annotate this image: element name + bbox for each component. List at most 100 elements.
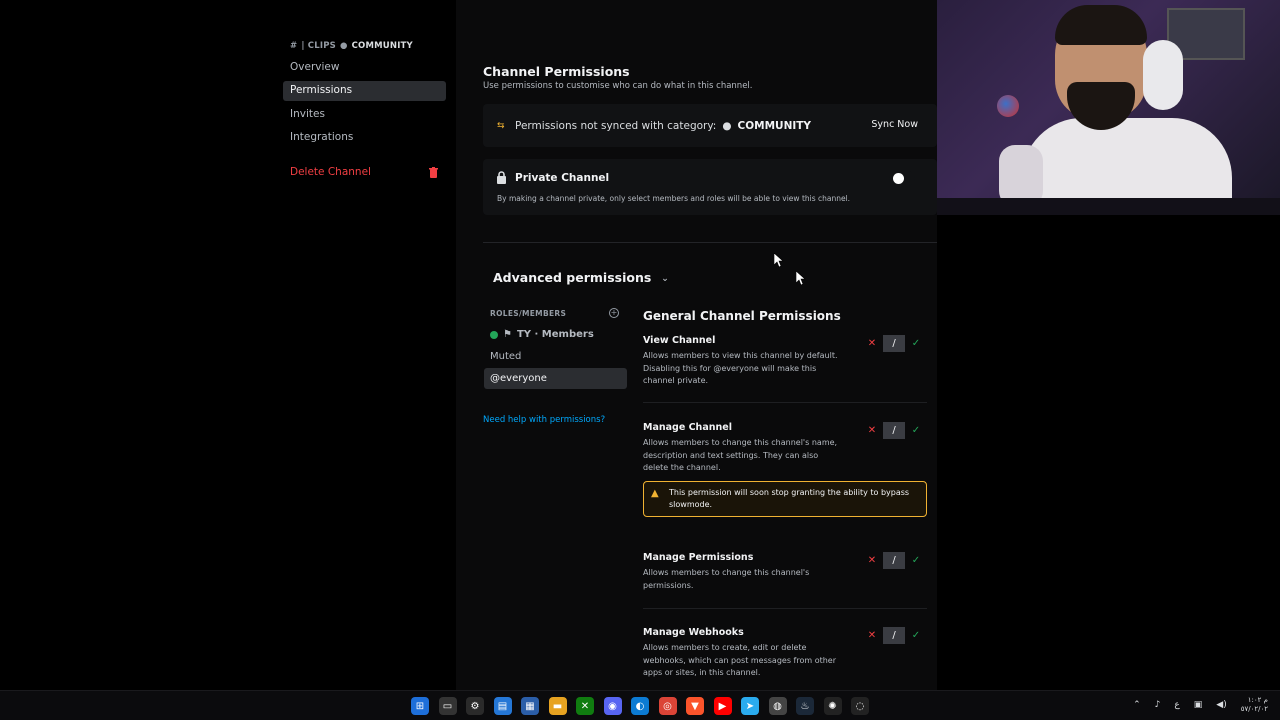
divider: [643, 402, 927, 403]
brave-icon[interactable]: ▼: [686, 697, 704, 715]
breadcrumb: # | CLIPS ● COMMUNITY: [290, 41, 413, 51]
allow-button[interactable]: ✓: [905, 552, 927, 569]
clock-time: م ١:٠٢: [1247, 696, 1268, 704]
settings-gear-icon[interactable]: ⚙: [466, 697, 484, 715]
private-channel-toggle[interactable]: [889, 171, 915, 186]
deny-button[interactable]: ✕: [861, 335, 883, 352]
webcam-bottom-edge: [937, 198, 1280, 215]
permission-manage-webhooks: Manage Webhooks Allows members to create…: [643, 627, 927, 680]
channel-name: | CLIPS: [301, 41, 336, 51]
mouse-cursor-icon: [796, 271, 806, 286]
task-view-icon[interactable]: ▭: [438, 697, 457, 715]
app-icon-2[interactable]: ◌: [851, 697, 869, 715]
permissions-panel: Channel Permissions Use permissions to c…: [456, 0, 937, 690]
sync-text: Permissions not synced with category:: [515, 120, 717, 132]
allow-button[interactable]: ✓: [905, 335, 927, 352]
permission-desc: Allows members to change this channel's …: [643, 438, 838, 472]
delete-channel-button[interactable]: Delete Channel: [283, 163, 446, 183]
private-channel-desc: By making a channel private, only select…: [497, 194, 851, 203]
app-icon[interactable]: ✺: [823, 697, 842, 715]
obs-icon[interactable]: ◍: [768, 697, 787, 715]
sidebar-item-overview[interactable]: Overview: [283, 58, 446, 78]
permission-tristate: ✕ / ✓: [861, 422, 927, 439]
role-item-members[interactable]: ⚑ TY · Members: [484, 324, 627, 345]
divider: [643, 608, 927, 609]
permission-tristate: ✕ / ✓: [861, 552, 927, 569]
role-color-icon: [490, 330, 498, 339]
chevron-up-icon[interactable]: ⌃: [1133, 700, 1141, 710]
unsynced-icon: ⇆: [497, 121, 505, 131]
permission-desc: Allows members to create, edit or delete…: [643, 643, 837, 677]
divider: [483, 242, 937, 243]
neutral-button[interactable]: /: [883, 552, 905, 569]
delete-channel-label: Delete Channel: [290, 166, 371, 178]
neutral-button[interactable]: /: [883, 335, 905, 352]
streamer-hair: [1055, 5, 1147, 45]
role-item-everyone[interactable]: @everyone: [484, 368, 627, 389]
chat-icon: ●: [339, 41, 348, 51]
help-link[interactable]: Need help with permissions?: [483, 415, 605, 425]
role-item-muted[interactable]: Muted: [484, 346, 627, 367]
sidebar-item-integrations[interactable]: Integrations: [283, 128, 446, 148]
hash-icon: #: [290, 41, 298, 51]
lock-icon: [497, 171, 506, 184]
settings-sidebar: # | CLIPS ● COMMUNITY Overview Permissio…: [0, 0, 456, 690]
permission-tristate: ✕ / ✓: [861, 627, 927, 644]
taskbar-apps: ⊞ ▭ ⚙ ▤ ▦ ▬ ✕ ◉ ◐ ◎ ▼ ▶ ➤ ◍ ♨ ✺ ◌: [411, 697, 869, 715]
flag-icon: ⚑: [503, 329, 512, 340]
telegram-icon[interactable]: ➤: [741, 697, 759, 715]
toggle-knob: [893, 173, 904, 184]
youtube-icon[interactable]: ▶: [713, 697, 732, 715]
clock-date: ٥٧/٠٢/٠٢: [1240, 705, 1268, 713]
language-indicator[interactable]: ع: [1174, 700, 1179, 710]
network-icon[interactable]: ▣: [1194, 700, 1203, 710]
roles-members-header: ROLES/MEMBERS: [490, 309, 567, 318]
chevron-down-icon: ⌄: [661, 273, 669, 284]
window-icon[interactable]: ▤: [493, 697, 512, 715]
discord-icon[interactable]: ◉: [603, 697, 622, 715]
add-role-icon[interactable]: +: [609, 308, 619, 318]
microphone-icon[interactable]: ♪: [1155, 700, 1161, 710]
mouse-cursor-icon: [774, 253, 784, 268]
chat-icon: ●: [722, 120, 732, 132]
permission-manage-permissions: Manage Permissions Allows members to cha…: [643, 552, 927, 609]
general-permissions-title: General Channel Permissions: [643, 309, 841, 323]
allow-button[interactable]: ✓: [905, 422, 927, 439]
permission-tristate: ✕ / ✓: [861, 335, 927, 352]
folder-icon[interactable]: ▬: [548, 697, 567, 715]
webcam-overlay: [937, 0, 1280, 215]
sync-now-button[interactable]: Sync Now: [864, 116, 925, 133]
deny-button[interactable]: ✕: [861, 627, 883, 644]
permission-desc: Allows members to view this channel by d…: [643, 351, 838, 385]
xbox-icon[interactable]: ✕: [576, 697, 594, 715]
warning-icon: ▲: [651, 488, 659, 499]
sidebar-item-invites[interactable]: Invites: [283, 105, 446, 125]
advanced-permissions-label: Advanced permissions: [493, 270, 652, 285]
volume-icon[interactable]: ◀): [1216, 700, 1226, 710]
private-channel-card: Private Channel By making a channel priv…: [483, 159, 937, 215]
headphones: [1143, 40, 1183, 110]
store-icon[interactable]: ▦: [521, 697, 539, 715]
edge-icon[interactable]: ◐: [631, 697, 649, 715]
warning-text: This permission will soon stop granting …: [669, 488, 910, 509]
chrome-icon[interactable]: ◎: [658, 697, 677, 715]
steam-icon[interactable]: ♨: [796, 697, 814, 715]
advanced-permissions-toggle[interactable]: Advanced permissions ⌄: [493, 270, 669, 285]
deny-button[interactable]: ✕: [861, 552, 883, 569]
private-channel-title: Private Channel: [515, 172, 610, 184]
start-icon[interactable]: ⊞: [411, 697, 429, 715]
page-title: Channel Permissions: [483, 64, 630, 79]
trash-icon: [429, 167, 438, 178]
deny-button[interactable]: ✕: [861, 422, 883, 439]
sync-banner: ⇆ Permissions not synced with category: …: [483, 104, 937, 147]
category-name: COMMUNITY: [351, 41, 413, 51]
system-tray: ⌃ ♪ ع ▣ ◀) م ١:٠٢ ٥٧/٠٢/٠٢: [1133, 696, 1268, 714]
neutral-button[interactable]: /: [883, 422, 905, 439]
slowmode-warning: ▲ This permission will soon stop grantin…: [643, 481, 927, 517]
sidebar-item-permissions[interactable]: Permissions: [283, 81, 446, 101]
allow-button[interactable]: ✓: [905, 627, 927, 644]
permission-manage-channel: Manage Channel Allows members to change …: [643, 422, 927, 475]
neutral-button[interactable]: /: [883, 627, 905, 644]
clock[interactable]: م ١:٠٢ ٥٧/٠٢/٠٢: [1241, 696, 1268, 714]
globe-decoration: [997, 95, 1019, 117]
